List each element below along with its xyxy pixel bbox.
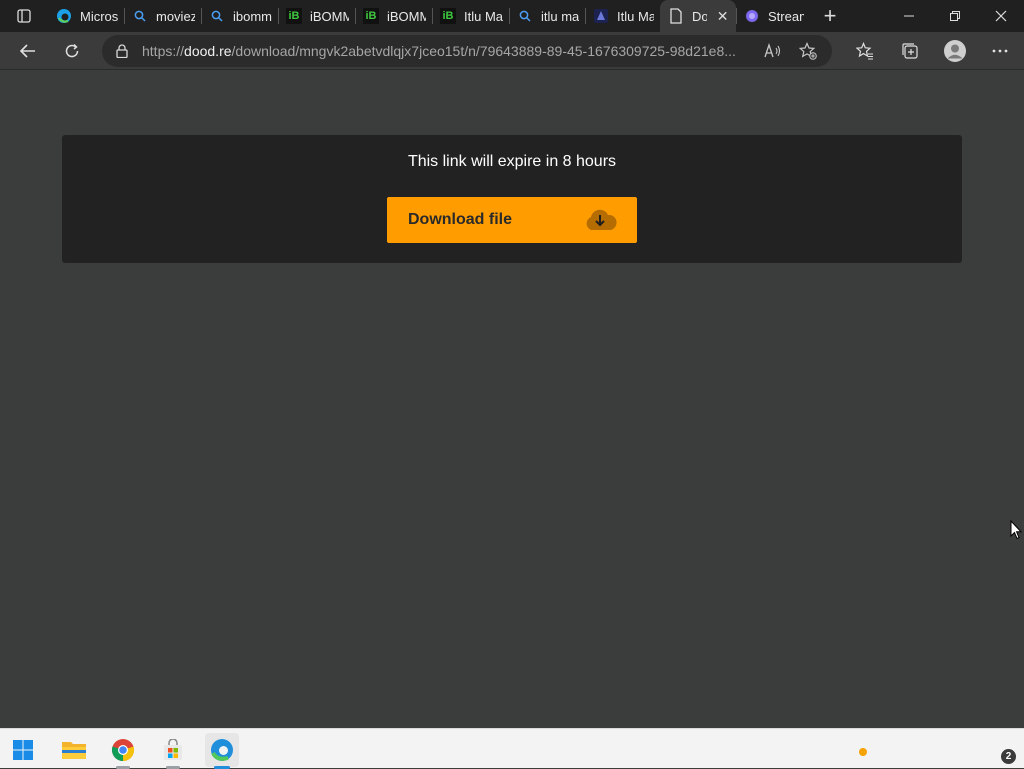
notification-badge[interactable]: 2	[1001, 749, 1016, 764]
read-aloud-icon	[764, 43, 781, 58]
restore-button[interactable]	[932, 0, 978, 32]
settings-menu-button[interactable]	[977, 32, 1022, 70]
tab-title: iBOMMA	[387, 8, 426, 24]
address-bar-actions	[754, 35, 826, 67]
refresh-button[interactable]	[54, 35, 90, 67]
tab-actions-button[interactable]	[0, 0, 48, 32]
tab-moviez[interactable]: moviez	[124, 0, 201, 32]
add-favorite-button[interactable]	[790, 42, 826, 60]
profile-button[interactable]	[932, 32, 977, 70]
edge-icon	[211, 739, 233, 761]
tray-status-dot[interactable]	[859, 748, 867, 756]
tab-title: ibomma	[233, 8, 272, 24]
download-file-label: Download file	[408, 211, 512, 228]
new-tab-button[interactable]: +	[814, 0, 846, 32]
tab-title: Itlu Ma	[617, 8, 654, 24]
taskbar: 2	[0, 728, 1024, 769]
tab-title: Do	[692, 8, 708, 24]
search-icon	[132, 8, 148, 24]
refresh-icon	[65, 43, 79, 57]
tab-title: iBOMMA	[310, 8, 349, 24]
browser-toolbar: https://dood.re/download/mngvk2abetvdlqj…	[0, 32, 1024, 70]
taskbar-chrome[interactable]	[106, 733, 140, 769]
site-icon	[593, 8, 609, 24]
read-aloud-button[interactable]	[754, 43, 790, 59]
ibomma-icon: iB	[286, 8, 302, 24]
tab-title: Microsoft	[80, 8, 118, 24]
tab-itlu-1[interactable]: iB Itlu Ma	[432, 0, 509, 32]
tab-ibomma-2[interactable]: iB iBOMMA	[355, 0, 432, 32]
avatar	[943, 40, 966, 62]
back-button[interactable]	[10, 35, 46, 67]
close-window-button[interactable]	[978, 0, 1024, 32]
download-card: This link will expire in 8 hours Downloa…	[62, 135, 962, 263]
close-icon[interactable]: ✕	[715, 8, 730, 24]
taskbar-store[interactable]	[156, 733, 190, 769]
collections-button[interactable]	[887, 32, 932, 70]
window-controls	[886, 0, 1024, 32]
edge-icon	[56, 8, 72, 24]
tab-microsoft[interactable]: Microsoft	[48, 0, 124, 32]
minimize-icon	[904, 15, 914, 17]
mouse-cursor	[1010, 519, 1023, 545]
tab-title: Itlu Ma	[464, 8, 503, 24]
expire-notice: This link will expire in 8 hours	[407, 153, 617, 170]
start-icon	[13, 740, 33, 760]
page-content: This link will expire in 8 hours Downloa…	[0, 71, 1024, 728]
toolbar-right	[842, 32, 1022, 70]
taskbar-edge[interactable]	[205, 733, 239, 769]
ibomma-icon: iB	[440, 8, 456, 24]
tab-title: Stream	[768, 8, 804, 24]
page-icon	[668, 8, 684, 24]
tab-ibomma-search[interactable]: ibomma	[201, 0, 278, 32]
tab-itlu-search[interactable]: itlu ma	[509, 0, 585, 32]
tab-title: itlu ma	[541, 8, 579, 24]
favorites-icon	[855, 42, 873, 60]
url-prefix: https://	[142, 43, 185, 59]
address-bar[interactable]: https://dood.re/download/mngvk2abetvdlqj…	[102, 35, 832, 67]
chrome-icon	[111, 739, 135, 762]
tab-itlu-2[interactable]: Itlu Ma	[585, 0, 660, 32]
tab-title: moviez	[156, 8, 195, 24]
stream-icon	[744, 8, 760, 24]
favorites-button[interactable]	[842, 32, 887, 70]
tab-dood-active[interactable]: Do ✕	[660, 0, 736, 32]
tab-actions-icon	[17, 9, 31, 23]
taskbar-file-explorer[interactable]	[57, 733, 91, 767]
tab-strip: Microsoft moviez ibomma iB iBOMMA iB iBO…	[0, 0, 1024, 32]
url-text[interactable]: https://dood.re/download/mngvk2abetvdlqj…	[142, 43, 752, 59]
start-button[interactable]	[6, 733, 40, 767]
download-file-button[interactable]: Download file	[387, 197, 637, 243]
tab-ibomma-1[interactable]: iB iBOMMA	[278, 0, 355, 32]
back-arrow-icon	[19, 43, 35, 58]
store-icon	[164, 739, 182, 760]
collections-icon	[901, 43, 918, 59]
more-icon	[992, 49, 1007, 53]
star-add-icon	[799, 42, 817, 60]
ibomma-icon: iB	[363, 8, 379, 24]
url-path: /download/mngvk2abetvdlqjx7jceo15t/n/796…	[231, 43, 736, 59]
file-explorer-icon	[62, 742, 86, 759]
restore-icon	[950, 11, 960, 21]
tab-stream[interactable]: Stream	[736, 0, 810, 32]
lock-icon[interactable]	[102, 44, 142, 58]
plus-icon: +	[823, 3, 837, 28]
minimize-button[interactable]	[886, 0, 932, 32]
cloud-download-icon	[583, 208, 617, 237]
search-icon	[517, 8, 533, 24]
close-icon	[995, 10, 1007, 22]
url-domain: dood.re	[184, 43, 232, 59]
search-icon	[209, 8, 225, 24]
